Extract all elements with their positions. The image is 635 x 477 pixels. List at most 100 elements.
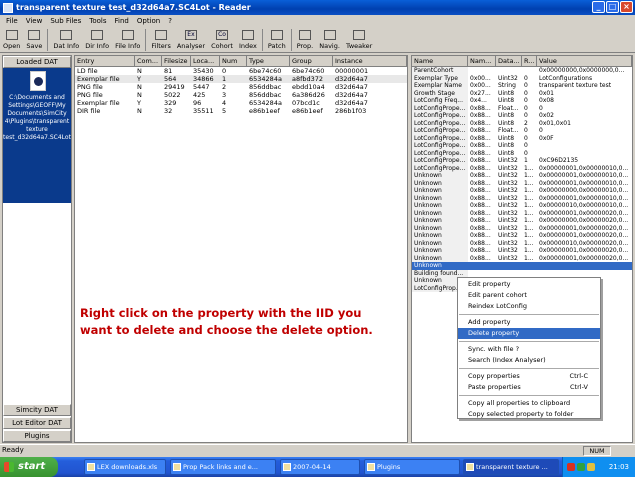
entry-row[interactable]: LD file N 81 35430 0 6be74c60 6be74c60 00000001 [75,67,407,75]
property-row[interactable]: Exemplar Name 0x00... String 0 transparent t… [412,82,632,90]
save-button[interactable]: Save [23,27,45,52]
dir-info-button[interactable]: Dir Info [82,27,112,52]
property-row[interactable]: LotConfigPrope... 0x88... Float... 0 0 [412,127,632,135]
menu-item-copy-properties[interactable]: Copy properties Ctrl-C [458,371,600,382]
property-row[interactable]: Unknown 0x88... Uint32 1... 0x00000000,0x000… [412,217,632,225]
property-row[interactable]: LotConfigPrope... 0x88... Uint8 2 0x01,0x01 [412,119,632,127]
file-info-button[interactable]: File Info [112,27,143,52]
taskbar-task[interactable]: LEX downloads.xls [84,459,166,475]
menu-item-copy-all-properties-to-clipboard[interactable]: Copy all properties to clipboard [458,398,600,409]
property-cell: LotConfigPrope... [412,119,468,127]
lot-editor-dat-button[interactable]: Lot Editor DAT [3,417,71,429]
minimize-button[interactable]: _ [592,1,605,13]
entry-column-header[interactable]: Filesize [162,56,191,67]
property-row[interactable]: LotConfigPrope... 0x88... Float... 0 0 [412,104,632,112]
entry-column-header[interactable]: Type [247,56,290,67]
property-row[interactable]: Unknown 0x88... Uint32 1... 0x00000001,0x000… [412,247,632,255]
menu-item-delete-property[interactable]: Delete property [458,328,600,339]
property-cell: Unknown [412,194,468,202]
property-row[interactable]: LotConfigPrope... 0x88... Uint8 0 0x0F [412,134,632,142]
property-row[interactable]: Exemplar Type 0x00... Uint32 0 LotConfigurat… [412,74,632,82]
property-column-header[interactable]: Data... [496,56,522,67]
property-column-header[interactable]: R... [522,56,537,67]
taskbar-task[interactable]: Prop Pack links and e... [170,459,276,475]
menu-item-edit-parent-cohort[interactable]: Edit parent cohort [458,290,600,301]
property-row[interactable]: Unknown 0x88... Uint32 1... 0x00000001,0x000… [412,254,632,262]
analyser-button[interactable]: Ex Analyser [174,27,208,52]
menu-item-copy-selected-property-to-folder[interactable]: Copy selected property to folder [458,409,600,420]
plugins-button[interactable]: Plugins [3,430,71,442]
tray-volume-icon[interactable] [587,463,595,471]
dat-info-button[interactable]: Dat Info [50,27,82,52]
menu-item-add-property[interactable]: Add property [458,317,600,328]
property-column-header[interactable]: Name [412,56,468,67]
taskbar-task[interactable]: Plugins [364,459,460,475]
property-row[interactable]: Growth Stage 0x27... Uint8 0 0x01 [412,89,632,97]
menu-subfiles[interactable]: Sub Files [46,17,85,25]
menu-item-search-index-analyser[interactable]: Search (Index Analyser) [458,355,600,366]
entry-column-header[interactable]: Com... [135,56,162,67]
entry-table[interactable]: Entry Com... Filesize Loca... Num Type Group In… [74,55,408,443]
property-row[interactable]: LotConfigPrope... 0x88... Uint8 0 [412,149,632,157]
start-button[interactable]: start [0,457,58,477]
maximize-button[interactable]: □ [606,1,619,13]
filters-button[interactable]: Filters [148,27,173,52]
entry-column-header[interactable]: Entry [75,56,135,67]
taskbar-task[interactable]: transparent texture ... [463,459,559,475]
menu-item-reindex-lotconfig[interactable]: Reindex LotConfig [458,301,600,312]
close-button[interactable]: × [620,1,633,13]
entry-column-header[interactable]: Loca... [191,56,220,67]
tray-antivirus-icon[interactable] [567,463,575,471]
property-row[interactable]: Unknown 0x88... Uint32 1... 0x00000010,0x000… [412,239,632,247]
menu-find[interactable]: Find [111,17,133,25]
prop-button[interactable]: Prop. [294,27,317,52]
entry-row[interactable]: PNG file N 5022 425 3 856ddbac 6a386d26 d32d64a… [75,91,407,99]
loaded-dat-header[interactable]: Loaded DAT [3,56,71,68]
property-row[interactable]: LotConfigPrope... 0x88... Uint32 1... 0x0000… [412,164,632,172]
menu-view[interactable]: View [22,17,47,25]
navig-button[interactable]: Navig. [316,27,343,52]
property-row[interactable]: Unknown 0x88... Uint32 1... 0x00000001,0x000… [412,209,632,217]
property-row[interactable]: ParentCohort 0x00000000,0x0000000,0... [412,67,632,75]
property-row[interactable]: Unknown 0x88... Uint32 1... 0x00000000,0x000… [412,187,632,195]
property-column-header[interactable]: Value [537,56,632,67]
property-row[interactable]: Unknown 0x88... Uint32 1... 0x00000001,0x000… [412,224,632,232]
loaded-dat-item[interactable]: C:\Documents and Settings\GEOFF\My Documen… [3,68,71,203]
property-row[interactable]: Unknown 0x88... Uint32 1... 0x00000001,0x000… [412,179,632,187]
entry-column-header[interactable]: Instance [333,56,407,67]
simcity-dat-button[interactable]: Simcity DAT [3,404,71,416]
property-row[interactable]: LotConfigPrope... 0x88... Uint8 0 [412,142,632,150]
tray-network-icon[interactable] [577,463,585,471]
menu-file[interactable]: File [2,17,22,25]
property-row[interactable]: LotConfigPrope... 0x88... Uint32 1 0xC96D213… [412,157,632,165]
menu-item-paste-properties[interactable]: Paste properties Ctrl-V [458,382,600,393]
property-row[interactable]: Unknown 0x88... Uint32 1... 0x00000001,0x000… [412,172,632,180]
index-button[interactable]: Index [236,27,260,52]
property-row[interactable]: Unknown 0x88... Uint32 1... 0x00000010,0x000… [412,202,632,210]
cohort-button[interactable]: Co Cohort [208,27,236,52]
entry-column-header[interactable]: Num [220,56,247,67]
menu-item-sync-with-file[interactable]: Sync. with file ? [458,344,600,355]
property-row[interactable]: Unknown 0x88... Uint32 1... 0x00000001,0x000… [412,232,632,240]
menu-option[interactable]: Option [133,17,164,25]
entry-column-header[interactable]: Group [290,56,333,67]
open-button[interactable]: Open [0,27,23,52]
tweaker-button[interactable]: Tweaker [343,27,375,52]
menu-item-edit-property[interactable]: Edit property [458,279,600,290]
entry-row[interactable]: PNG file N 29419 5447 2 856ddbac ebdd10a4 d32d6… [75,83,407,91]
taskbar-task[interactable]: 2007-04-14 [280,459,360,475]
property-row[interactable]: LotConfigPrope... 0x88... Uint8 0 0x02 [412,112,632,120]
menu-[interactable]: ? [164,17,176,25]
entry-row[interactable]: DIR file N 32 35511 5 e86b1eef e86b1eef 286b1f0… [75,107,407,115]
property-row[interactable]: Unknown [412,262,632,270]
entry-row[interactable]: Exemplar file Y 329 96 4 6534284a 07bcd1c d32d6… [75,99,407,107]
property-column-header[interactable]: Nam... [468,56,496,67]
property-cell: 0x88... [470,127,491,134]
taskbar: start LEX downloads.xls Prop Pack links a… [0,457,635,477]
property-row[interactable]: Unknown 0x88... Uint32 1... 0x00000001,0x000… [412,194,632,202]
property-row[interactable]: Building found... [412,269,632,277]
property-row[interactable]: LotConfig Freq... 0x4... Uint8 0 0x08 [412,97,632,105]
entry-row[interactable]: Exemplar file Y 564 34866 1 6534284a a8fbd372 d… [75,75,407,83]
menu-tools[interactable]: Tools [85,17,110,25]
patch-button[interactable]: Patch [265,27,289,52]
